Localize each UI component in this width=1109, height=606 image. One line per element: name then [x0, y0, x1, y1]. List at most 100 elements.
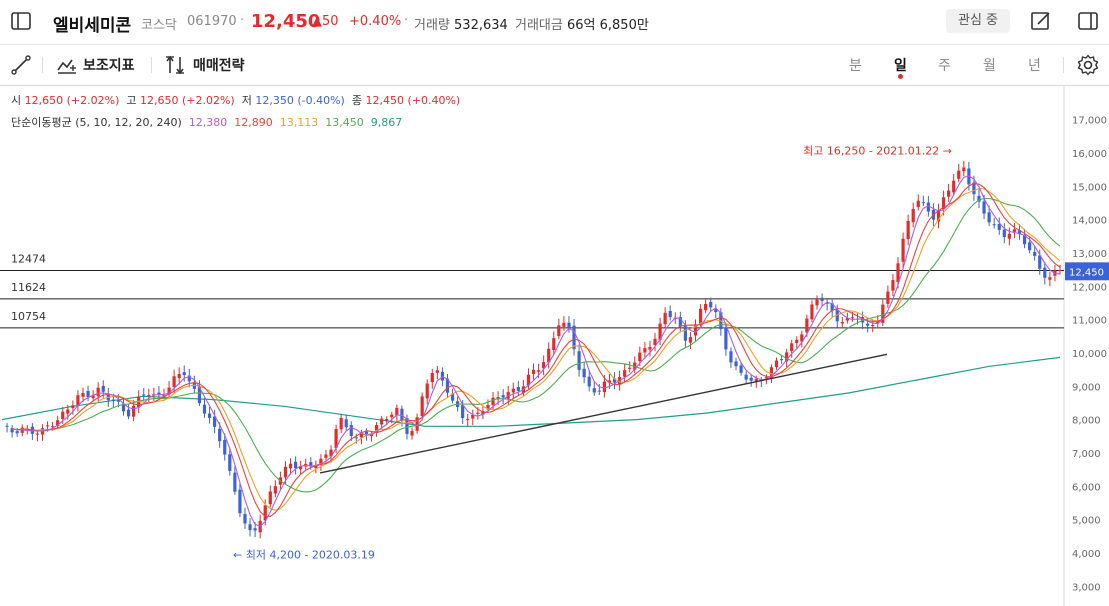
candle-body	[344, 419, 348, 428]
candle-body	[461, 405, 465, 419]
price-chart[interactable]: 17,000 16,000 15,000 14,000 13,000 12,000 11,0…	[0, 86, 1109, 606]
period-tab-day[interactable]: 일	[894, 55, 907, 75]
candle-body	[218, 428, 222, 442]
candle-body	[420, 396, 424, 416]
candle-body	[896, 263, 900, 282]
y-tick-label: 3,000	[1072, 582, 1101, 593]
candle-body	[840, 322, 844, 324]
price-change: ▲50	[312, 14, 339, 29]
stock-name: 엘비세미콘	[53, 16, 132, 36]
candle-body	[724, 327, 728, 350]
watchlist-button[interactable]: 관심 중	[946, 9, 1010, 33]
candle-body	[491, 397, 495, 406]
candle-body	[628, 367, 632, 369]
candle-body	[233, 472, 237, 492]
candle-body	[294, 461, 298, 469]
price-level-label: 12474	[11, 253, 46, 266]
candle-body	[779, 359, 784, 361]
period-tab-year[interactable]: 년	[1028, 55, 1041, 75]
candle-body	[81, 392, 85, 397]
ma5-line	[11, 175, 1061, 527]
period-tab-week[interactable]: 주	[938, 55, 951, 75]
candle-body	[582, 368, 586, 378]
indicator-icon[interactable]	[56, 54, 78, 76]
candle-body	[354, 437, 358, 439]
candle-body	[820, 297, 824, 301]
candle-body	[96, 387, 100, 397]
candle-body	[982, 201, 986, 214]
candle-body	[15, 431, 19, 434]
candle-body	[739, 365, 743, 373]
sidebar-toggle-icon[interactable]	[10, 10, 32, 32]
candle-body	[749, 377, 753, 381]
candle-body	[126, 409, 131, 417]
edit-icon[interactable]	[1030, 10, 1052, 32]
period-tab-minute[interactable]: 분	[849, 55, 862, 75]
candle-body	[425, 383, 429, 399]
candle-body	[1058, 270, 1062, 272]
candle-body	[111, 399, 115, 402]
period-tab-month[interactable]: 월	[983, 55, 996, 75]
y-tick-label: 13,000	[1072, 249, 1107, 260]
y-tick-label: 12,000	[1072, 282, 1107, 293]
candle-body	[957, 170, 961, 179]
candle-body	[263, 505, 267, 521]
high-annotation: 최고 16,250 - 2021.01.22 →	[803, 145, 952, 158]
candle-body	[228, 454, 232, 471]
y-tick-label: 17,000	[1072, 116, 1107, 127]
candle-body	[688, 337, 693, 343]
candle-body	[101, 385, 105, 392]
stock-code: 061970	[187, 14, 237, 29]
candle-body	[395, 407, 399, 416]
y-tick-label: 4,000	[1072, 549, 1101, 560]
candle-body	[744, 374, 748, 380]
candle-body	[5, 425, 9, 427]
candle-body	[430, 373, 434, 383]
candle-body	[729, 351, 733, 363]
candle-body	[476, 412, 480, 414]
ma240-line	[1, 356, 1061, 427]
strategy-button[interactable]: 매매전략	[193, 55, 245, 75]
y-tick-label: 7,000	[1072, 449, 1101, 460]
candle-body	[349, 425, 353, 436]
candle-body	[774, 360, 779, 368]
candle-body	[790, 343, 794, 352]
candle-body	[339, 417, 343, 430]
candle-body	[132, 405, 136, 417]
candle-body	[648, 346, 652, 350]
candle-body	[557, 325, 561, 337]
drawing-tool-icon[interactable]	[10, 54, 32, 76]
active-period-indicator	[898, 74, 903, 79]
candle-body	[223, 439, 227, 455]
current-price: 12,450	[251, 11, 321, 32]
candle-body	[663, 312, 667, 325]
y-tick-label: 15,000	[1072, 182, 1107, 193]
candle-body	[147, 394, 151, 396]
candle-body	[86, 390, 90, 398]
y-tick-label: 14,000	[1072, 216, 1107, 227]
candle-body	[850, 317, 855, 319]
candle-body	[683, 325, 687, 341]
volume-info: 거래량 532,634	[414, 14, 508, 33]
candle-body	[911, 209, 915, 223]
volume-value: 532,634	[454, 18, 508, 33]
candle-body	[734, 361, 738, 367]
candle-body	[288, 463, 293, 469]
low-annotation: ← 최저 4,200 - 2020.03.19	[233, 548, 375, 561]
y-tick-label: 16,000	[1072, 149, 1107, 160]
settings-gear-icon[interactable]	[1076, 53, 1100, 77]
candle-body	[921, 202, 925, 204]
candle-body	[243, 514, 247, 524]
candle-body	[962, 167, 966, 172]
panel-toggle-icon[interactable]	[1077, 10, 1099, 32]
y-tick-label: 10,000	[1072, 349, 1107, 360]
strategy-icon[interactable]	[164, 54, 188, 76]
y-tick-label: 5,000	[1072, 516, 1101, 527]
candle-body	[567, 322, 571, 328]
candle-body	[704, 303, 708, 311]
candle-body	[1043, 267, 1047, 278]
candle-body	[810, 304, 814, 320]
candle-body	[177, 373, 181, 379]
indicator-button[interactable]: 보조지표	[83, 55, 135, 75]
candle-body	[385, 419, 389, 421]
